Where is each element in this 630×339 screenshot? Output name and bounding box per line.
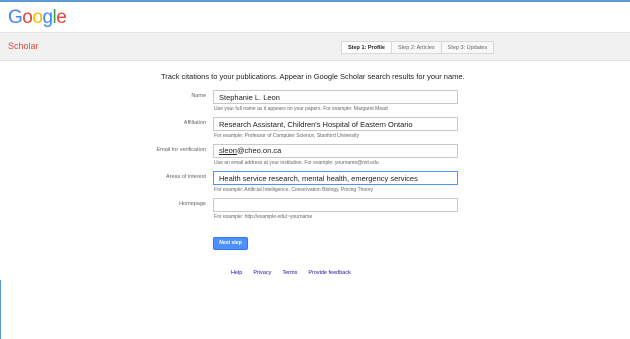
footer-terms-link[interactable]: Terms: [282, 270, 297, 276]
footer-feedback-link[interactable]: Provide feedback: [308, 270, 351, 276]
affiliation-input[interactable]: [213, 117, 458, 131]
homepage-label: Homepage: [179, 201, 206, 207]
footer-links: Help Privacy Terms Provide feedback: [231, 270, 351, 276]
next-step-button[interactable]: Next step: [213, 237, 248, 250]
name-hint: Use your full name as it appears on your…: [214, 106, 388, 112]
logo-letter: G: [8, 7, 23, 28]
email-hint: Use an email address at your institution…: [214, 160, 379, 166]
logo-letter: g: [42, 7, 53, 28]
sub-bar: Scholar Step 1: Profile Step 2: Articles…: [0, 33, 630, 61]
logo-letter: o: [22, 7, 33, 28]
email-username: sleon: [219, 146, 237, 155]
email-domain: @cheo.on.ca: [236, 146, 282, 155]
interests-hint: For example: Artificial Intelligence, Co…: [214, 187, 374, 193]
affiliation-hint: For example: Professor of Computer Scien…: [214, 133, 360, 139]
logo-letter: o: [32, 7, 43, 28]
interests-label: Areas of interest: [165, 174, 206, 180]
email-input[interactable]: sleon@cheo.on.ca: [213, 144, 458, 158]
name-input[interactable]: [213, 90, 458, 104]
logo-letter: e: [56, 7, 67, 28]
homepage-input[interactable]: [213, 198, 458, 212]
scholar-title[interactable]: Scholar: [8, 41, 39, 51]
homepage-hint: For example: http://example.edu/~yournam…: [214, 214, 313, 220]
step-tabs: Step 1: Profile Step 2: Articles Step 3:…: [341, 41, 495, 54]
affiliation-label: Affiliation: [183, 120, 206, 126]
tab-step-updates[interactable]: Step 3: Updates: [441, 41, 495, 54]
window-edge: [0, 280, 1, 339]
tab-step-articles[interactable]: Step 2: Articles: [391, 41, 442, 54]
top-bar: Google: [0, 0, 630, 33]
tab-step-profile[interactable]: Step 1: Profile: [341, 41, 392, 54]
interests-input[interactable]: [213, 171, 458, 185]
page-headline: Track citations to your publications. Ap…: [161, 72, 465, 81]
google-logo[interactable]: Google: [8, 7, 67, 28]
footer-help-link[interactable]: Help: [231, 270, 242, 276]
footer-privacy-link[interactable]: Privacy: [253, 270, 271, 276]
name-label: Name: [191, 93, 206, 99]
email-label: Email for verification: [156, 147, 206, 153]
